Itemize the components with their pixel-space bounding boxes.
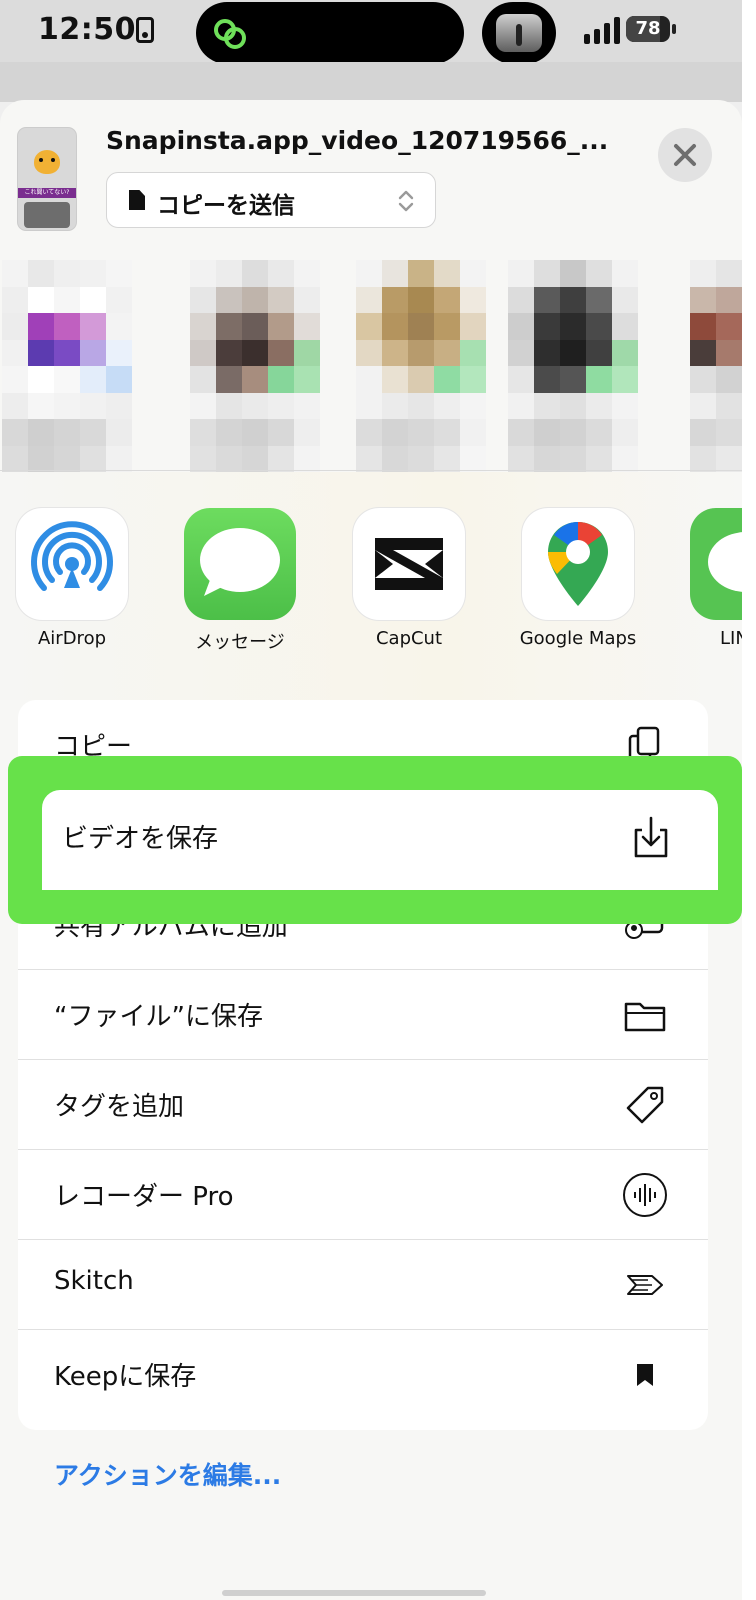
save-download-icon [634, 816, 668, 858]
dynamic-island[interactable] [196, 2, 464, 64]
waveform-icon [623, 1173, 667, 1217]
home-indicator[interactable] [222, 1590, 486, 1596]
thumbnail-person [24, 202, 70, 228]
messages-icon [184, 508, 296, 620]
bookmark-icon [637, 1364, 653, 1386]
action-skitch[interactable]: Skitch [18, 1240, 708, 1330]
media-thumbnail-icon [496, 14, 542, 52]
app-messages[interactable]: メッセージ [165, 508, 315, 654]
contact-suggestion[interactable] [356, 260, 486, 472]
highlight-box: ビデオを保存 [8, 756, 742, 924]
close-button[interactable] [658, 128, 712, 182]
contact-suggestion[interactable] [508, 260, 638, 472]
action-label: Keepに保存 [54, 1362, 197, 1392]
skitch-arrow-icon [627, 1275, 663, 1295]
status-bar: 12:50 78 [0, 0, 742, 64]
status-time: 12:50 [38, 12, 136, 47]
edge-strip [742, 0, 756, 1600]
app-label: メッセージ [195, 632, 285, 653]
battery-icon: 78 [626, 16, 676, 42]
document-icon [129, 190, 145, 210]
background-app-strip [0, 62, 742, 102]
action-save-video[interactable]: ビデオを保存 [42, 790, 718, 890]
action-label: ビデオを保存 [62, 824, 219, 854]
contact-suggestion[interactable] [2, 260, 132, 472]
folder-icon [624, 1002, 666, 1032]
capcut-icon [353, 508, 465, 620]
line-icon [690, 508, 742, 620]
action-label: “ファイル”に保存 [54, 1002, 263, 1032]
action-recorder-pro[interactable]: レコーダー Pro [18, 1150, 708, 1240]
tiger-mask-icon [34, 150, 60, 174]
app-label: AirDrop [37, 628, 107, 649]
now-playing-island[interactable] [482, 2, 556, 64]
suggested-contacts [0, 260, 742, 472]
action-save-to-files[interactable]: “ファイル”に保存 [18, 970, 708, 1060]
battery-percent: 78 [635, 18, 661, 39]
contact-suggestion[interactable] [190, 260, 320, 472]
app-airdrop[interactable]: AirDrop [0, 508, 147, 649]
sim-icon [136, 17, 154, 43]
video-thumbnail: これ聞いてない? [18, 128, 76, 230]
action-add-tag[interactable]: タグを追加 [18, 1060, 708, 1150]
action-label: Skitch [54, 1266, 134, 1296]
tag-icon [626, 1086, 664, 1124]
divider [0, 470, 742, 471]
edit-actions-link[interactable]: アクションを編集... [54, 1456, 281, 1492]
contact-suggestion[interactable] [690, 260, 742, 472]
app-label: Google Maps [519, 628, 637, 649]
airdrop-icon [16, 508, 128, 620]
google-maps-icon [522, 508, 634, 620]
send-mode-select[interactable]: コピーを送信 [106, 172, 436, 228]
app-line[interactable]: LINE [690, 508, 742, 649]
app-row: AirDrop メッセージ CapCut Google Maps LI [0, 472, 742, 700]
screen: 12:50 78 これ聞いてない? Snapinsta.app_video_12… [0, 0, 742, 1600]
action-save-to-keep[interactable]: Keepに保存 [18, 1330, 708, 1420]
file-name: Snapinsta.app_video_120719566_... [106, 126, 609, 155]
threads-link-icon [214, 19, 246, 49]
app-label: LINE [720, 628, 742, 649]
app-capcut[interactable]: CapCut [334, 508, 484, 649]
action-label: タグを追加 [54, 1092, 185, 1122]
send-mode-label: コピーを送信 [157, 193, 295, 219]
action-label: レコーダー Pro [54, 1182, 234, 1212]
close-icon [674, 144, 696, 166]
signal-icon [584, 17, 620, 44]
thumbnail-caption: これ聞いてない? [18, 188, 76, 198]
app-label: CapCut [375, 628, 443, 649]
app-google-maps[interactable]: Google Maps [503, 508, 653, 649]
chevron-updown-icon [398, 190, 414, 212]
